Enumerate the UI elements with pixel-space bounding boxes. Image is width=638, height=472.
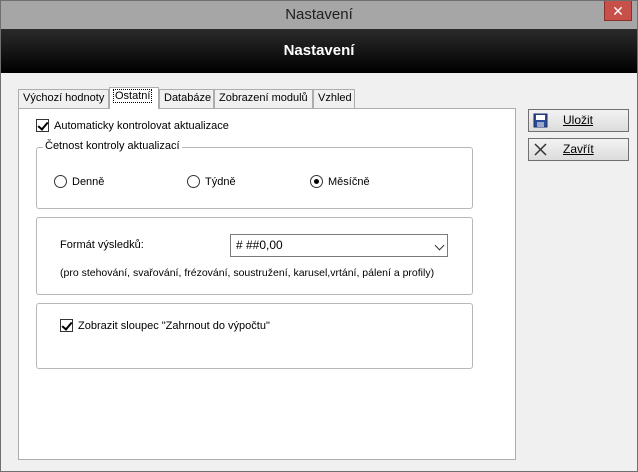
close-button[interactable]: Zavřít	[528, 138, 629, 161]
close-button-label: Zavřít	[563, 142, 594, 156]
checkbox-box[interactable]	[60, 319, 73, 332]
group-legend: Četnost kontroly aktualizací	[43, 140, 182, 152]
tab-label: Databáze	[164, 92, 212, 104]
tab-label: Výchozí hodnoty	[23, 92, 105, 104]
radio-tydne[interactable]: Týdně	[187, 175, 236, 188]
column-group	[36, 303, 473, 369]
tab-ostatni[interactable]: Ostatní	[109, 87, 159, 109]
radio-circle[interactable]	[310, 175, 323, 188]
tab-zobrazeni-modulu[interactable]: Zobrazení modulů	[214, 89, 313, 108]
radio-circle[interactable]	[54, 175, 67, 188]
format-select[interactable]: # ##0,00	[230, 234, 448, 257]
radio-denne[interactable]: Denně	[54, 175, 104, 188]
tab-vzhled[interactable]: Vzhled	[313, 89, 355, 108]
checkbox-box[interactable]	[36, 119, 49, 132]
close-x-icon	[534, 143, 547, 156]
radio-label: Denně	[72, 175, 105, 188]
close-icon: ✕	[612, 3, 624, 19]
dialog-header: Nastavení	[1, 29, 637, 73]
format-select-value: # ##0,00	[236, 238, 283, 252]
header-title: Nastavení	[283, 42, 355, 59]
floppy-disk-icon	[533, 113, 548, 128]
save-button[interactable]: Uložit	[528, 109, 629, 132]
settings-window: Nastavení ✕ Nastavení Výchozí hodnoty Os…	[0, 0, 638, 472]
radio-label: Týdně	[205, 175, 236, 188]
tab-vychozi-hodnoty[interactable]: Výchozí hodnoty	[18, 89, 109, 108]
auto-update-label: Automaticky kontrolovat aktualizace	[54, 119, 229, 132]
radio-mesicne[interactable]: Měsíčně	[310, 175, 370, 188]
auto-update-checkbox[interactable]: Automaticky kontrolovat aktualizace	[36, 119, 229, 132]
window-close-button[interactable]: ✕	[604, 1, 632, 21]
tab-label: Zobrazení modulů	[219, 92, 308, 104]
chevron-down-icon[interactable]	[434, 240, 445, 251]
radio-circle[interactable]	[187, 175, 200, 188]
format-note: (pro stehování, svařování, frézování, so…	[60, 267, 435, 279]
tab-label: Ostatní	[112, 89, 153, 103]
window-title: Nastavení	[285, 6, 353, 23]
save-button-label: Uložit	[563, 113, 594, 127]
format-label: Formát výsledků:	[60, 239, 144, 251]
tab-databaze[interactable]: Databáze	[159, 89, 214, 108]
window-titlebar: Nastavení	[1, 1, 637, 29]
tab-label: Vzhled	[318, 92, 352, 104]
show-column-checkbox[interactable]: Zobrazit sloupec "Zahrnout do výpočtu"	[60, 319, 270, 332]
show-column-label: Zobrazit sloupec "Zahrnout do výpočtu"	[78, 319, 270, 332]
radio-label: Měsíčně	[328, 175, 370, 188]
